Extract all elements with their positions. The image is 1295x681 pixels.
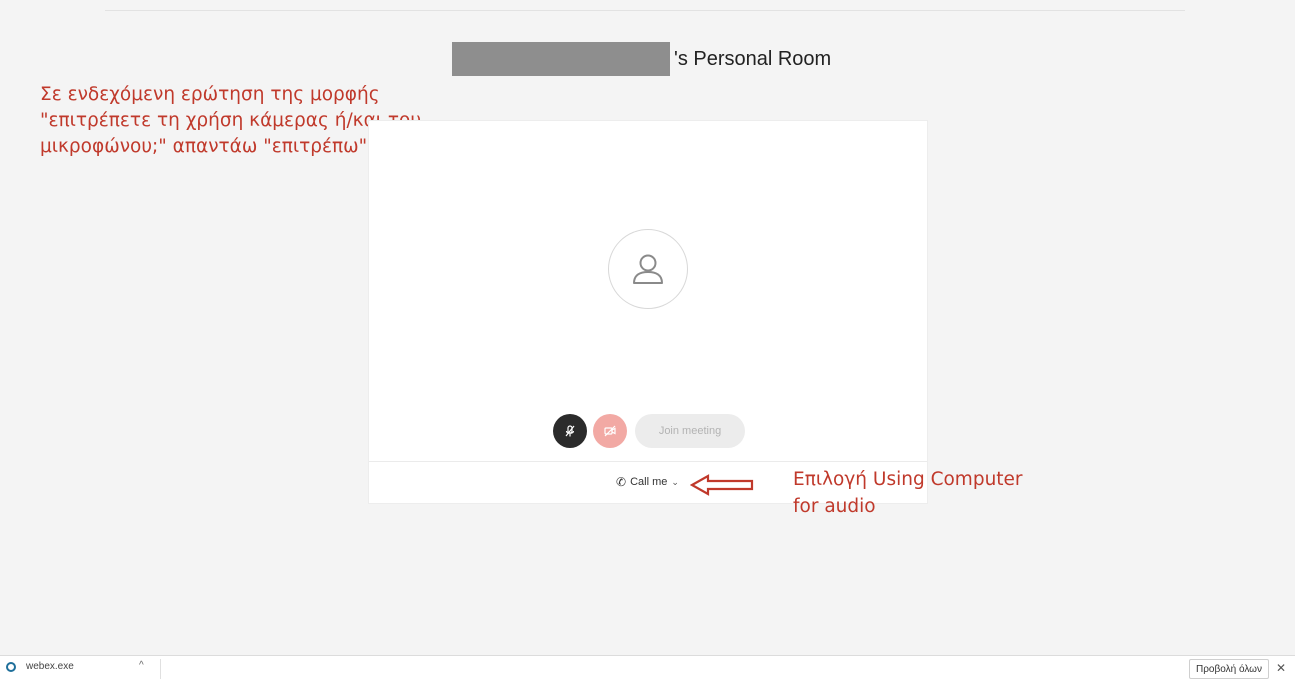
card-divider bbox=[369, 461, 927, 462]
download-separator bbox=[160, 659, 161, 679]
meeting-preview-card: Join meeting ✆ Call me ⌄ bbox=[368, 120, 928, 504]
top-divider bbox=[105, 10, 1185, 11]
download-file-name: webex.exe bbox=[26, 661, 74, 672]
close-icon[interactable]: ✕ bbox=[1276, 661, 1286, 675]
left-arrow-annotation bbox=[690, 474, 754, 496]
user-icon bbox=[633, 254, 663, 284]
download-item[interactable]: webex.exe bbox=[6, 661, 74, 672]
mic-off-icon bbox=[565, 425, 575, 437]
phone-icon: ✆ bbox=[616, 475, 627, 489]
show-all-button[interactable]: Προβολή όλων bbox=[1189, 659, 1269, 679]
meeting-controls: Join meeting bbox=[553, 414, 745, 448]
chevron-down-icon: ⌄ bbox=[671, 476, 679, 487]
avatar bbox=[608, 229, 688, 309]
redacted-name-block bbox=[452, 42, 670, 76]
audio-option-label: Call me bbox=[630, 476, 668, 488]
room-title: 's Personal Room bbox=[674, 47, 832, 70]
webex-icon bbox=[6, 661, 16, 672]
video-off-icon bbox=[604, 425, 616, 437]
download-bar: webex.exe ^ Προβολή όλων ✕ bbox=[0, 655, 1295, 681]
join-meeting-button[interactable]: Join meeting bbox=[635, 414, 745, 448]
audio-annotation: Επιλογή Using Computer for audio bbox=[793, 469, 1023, 517]
mute-button[interactable] bbox=[553, 414, 587, 448]
audio-option-dropdown[interactable]: ✆ Call me ⌄ bbox=[616, 475, 679, 489]
video-button[interactable] bbox=[593, 414, 627, 448]
page-title: 's Personal Room bbox=[452, 42, 831, 76]
chevron-up-icon[interactable]: ^ bbox=[139, 660, 144, 671]
